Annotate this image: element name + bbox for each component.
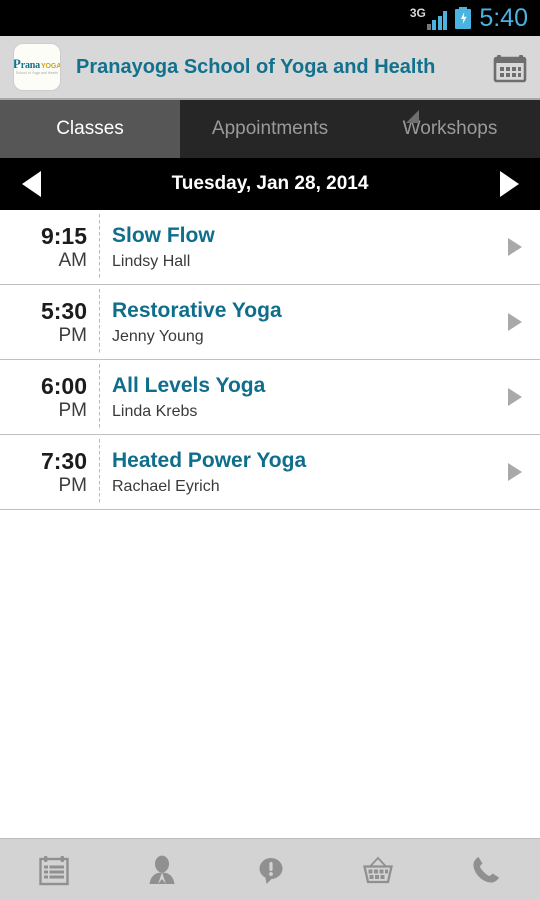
- class-title: Restorative Yoga: [112, 298, 282, 322]
- battery-charging-icon: [455, 7, 472, 29]
- next-day-button[interactable]: [492, 167, 526, 201]
- chevron-right-icon: [508, 238, 522, 256]
- network-type-label: 3G: [409, 6, 426, 20]
- class-time-meridiem: PM: [58, 400, 88, 422]
- class-info: Slow Flow Lindsy Hall: [100, 210, 490, 284]
- class-instructor: Rachael Eyrich: [112, 478, 220, 495]
- nav-profile-button[interactable]: [108, 839, 216, 900]
- table-row[interactable]: 5:30 PM Restorative Yoga Jenny Young: [0, 285, 540, 360]
- status-bar-items: 3G 5:40: [410, 3, 528, 32]
- phone-icon: [473, 856, 499, 883]
- class-time-meridiem: PM: [58, 475, 88, 497]
- profile-person-icon: [149, 855, 175, 884]
- table-row[interactable]: 9:15 AM Slow Flow Lindsy Hall: [0, 210, 540, 285]
- class-time-value: 9:15: [40, 222, 87, 249]
- nav-call-button[interactable]: [432, 839, 540, 900]
- row-detail-button[interactable]: [490, 360, 540, 434]
- logo-tagline: School of Yoga and Health: [15, 70, 59, 75]
- class-time: 7:30 PM: [0, 435, 99, 509]
- tab-classes-label: Classes: [56, 118, 124, 139]
- class-info: Heated Power Yoga Rachael Eyrich: [100, 435, 490, 509]
- chevron-right-icon: [508, 388, 522, 406]
- class-list: 9:15 AM Slow Flow Lindsy Hall 5:30 PM Re…: [0, 210, 540, 838]
- class-time: 9:15 AM: [0, 210, 99, 284]
- chevron-right-icon: [508, 463, 522, 481]
- nav-alerts-button[interactable]: [216, 839, 324, 900]
- page-title: Pranayoga School of Yoga and Health: [76, 55, 436, 78]
- logo-yoga-text: YOGA: [40, 62, 60, 70]
- signal-bars-icon: 3G: [410, 6, 448, 30]
- bottom-navigation-bar: [0, 838, 540, 900]
- alert-bubble-icon: [259, 857, 283, 884]
- current-date-label: Tuesday, Jan 28, 2014: [171, 173, 369, 194]
- logo-letter-p: P: [14, 55, 21, 71]
- previous-day-icon: [21, 171, 41, 197]
- date-navigation-bar: Tuesday, Jan 28, 2014: [0, 158, 540, 210]
- row-detail-button[interactable]: [490, 210, 540, 284]
- table-row[interactable]: 7:30 PM Heated Power Yoga Rachael Eyrich: [0, 435, 540, 510]
- nav-cart-button[interactable]: [324, 839, 432, 900]
- shopping-basket-icon: [363, 856, 393, 883]
- signal-strength-bars: [426, 10, 448, 30]
- tab-bar: Classes Appointments Workshops: [0, 100, 540, 158]
- tab-workshops[interactable]: Workshops: [360, 100, 540, 158]
- chevron-right-icon: [508, 313, 522, 331]
- class-instructor: Linda Krebs: [112, 403, 198, 420]
- class-time-value: 5:30: [40, 297, 87, 324]
- logo-prana-text: rana: [20, 59, 40, 71]
- class-time-meridiem: AM: [58, 250, 88, 272]
- table-row[interactable]: 6:00 PM All Levels Yoga Linda Krebs: [0, 360, 540, 435]
- class-time: 5:30 PM: [0, 285, 99, 359]
- status-bar: 3G 5:40: [0, 0, 540, 36]
- schedule-list-icon: [39, 855, 69, 885]
- class-time: 6:00 PM: [0, 360, 99, 434]
- calendar-button[interactable]: [490, 47, 530, 87]
- class-title: Heated Power Yoga: [112, 448, 307, 472]
- class-time-value: 7:30: [40, 447, 87, 474]
- row-detail-button[interactable]: [490, 435, 540, 509]
- class-time-value: 6:00: [40, 372, 87, 399]
- app-logo: Prana YOGA School of Yoga and Health: [14, 44, 60, 90]
- tab-appointments-label: Appointments: [211, 118, 329, 139]
- app-root: 3G 5:40 Prana YOGA School of Yoga and Hea…: [0, 0, 540, 900]
- nav-schedule-button[interactable]: [0, 839, 108, 900]
- status-bar-clock: 5:40: [479, 3, 528, 32]
- row-detail-button[interactable]: [490, 285, 540, 359]
- previous-day-button[interactable]: [14, 167, 48, 201]
- tab-appointments[interactable]: Appointments: [180, 100, 360, 158]
- class-title: All Levels Yoga: [112, 373, 266, 397]
- class-instructor: Jenny Young: [112, 328, 204, 345]
- dropdown-triangle-icon[interactable]: [406, 110, 419, 123]
- class-info: All Levels Yoga Linda Krebs: [100, 360, 490, 434]
- class-info: Restorative Yoga Jenny Young: [100, 285, 490, 359]
- tab-classes[interactable]: Classes: [0, 100, 180, 158]
- calendar-icon: [493, 55, 527, 83]
- app-header: Prana YOGA School of Yoga and Health Pran…: [0, 36, 540, 123]
- class-title: Slow Flow: [112, 223, 215, 247]
- class-instructor: Lindsy Hall: [112, 253, 191, 270]
- class-time-meridiem: PM: [58, 325, 88, 347]
- next-day-icon: [499, 171, 519, 197]
